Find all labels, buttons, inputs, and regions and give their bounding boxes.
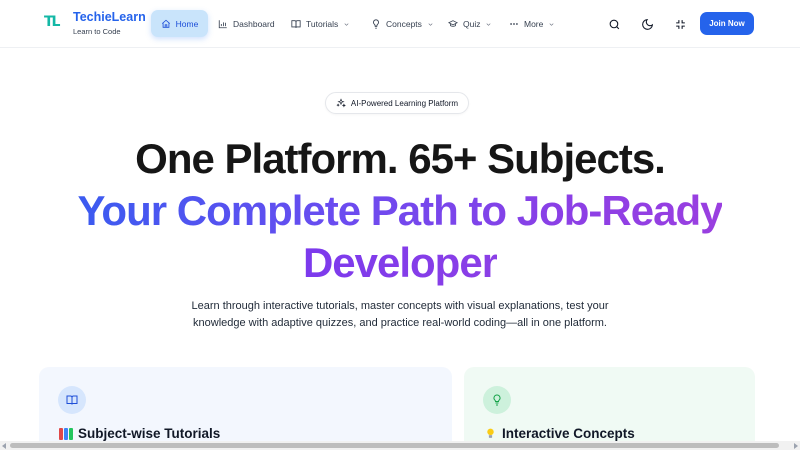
theme-toggle-button[interactable] bbox=[637, 14, 657, 34]
card-title: Interactive Concepts bbox=[484, 426, 635, 441]
nav-item-more[interactable]: More bbox=[501, 11, 563, 37]
chevron-down-icon bbox=[428, 22, 433, 26]
chevron-down-icon bbox=[344, 22, 349, 26]
chevron-down-icon bbox=[549, 22, 554, 26]
nav-item-home[interactable]: Home bbox=[151, 10, 208, 37]
lightbulb-icon bbox=[373, 19, 379, 29]
minimize-icon bbox=[675, 19, 685, 29]
search-icon bbox=[609, 19, 619, 29]
nav-item-label: Concepts bbox=[386, 19, 422, 29]
books-icon bbox=[59, 427, 73, 440]
hero-heading-line-3: Developer bbox=[0, 238, 800, 288]
chevron-down-icon bbox=[487, 22, 491, 26]
feature-card-concepts[interactable]: Interactive Concepts bbox=[464, 367, 755, 450]
nav-item-quiz[interactable]: Quiz bbox=[440, 11, 500, 37]
nav-item-label: More bbox=[524, 19, 544, 29]
logo-subtitle: Learn to Code bbox=[73, 27, 121, 36]
hero-gradient-text: Developer bbox=[302, 239, 498, 286]
book-open-icon bbox=[66, 395, 78, 405]
top-navbar: TL TechieLearn Learn to Code Home Dashbo… bbox=[0, 0, 800, 48]
hero-gradient-text: Your Complete Path to Job-Ready bbox=[77, 187, 724, 234]
bar-chart-icon bbox=[218, 20, 227, 29]
card-icon-wrapper bbox=[483, 386, 511, 414]
nav-item-concepts[interactable]: Concepts bbox=[363, 11, 442, 37]
scroll-right-arrow-icon[interactable] bbox=[794, 443, 798, 449]
sparkles-icon bbox=[336, 98, 346, 108]
scroll-left-arrow-icon[interactable] bbox=[2, 443, 6, 449]
graduation-cap-icon bbox=[448, 20, 458, 27]
search-button[interactable] bbox=[604, 14, 624, 34]
feature-card-tutorials[interactable]: Subject-wise Tutorials bbox=[39, 367, 452, 450]
nav-item-tutorials[interactable]: Tutorials bbox=[283, 11, 358, 37]
join-now-button[interactable]: Join Now bbox=[700, 12, 754, 35]
card-icon-wrapper bbox=[58, 386, 86, 414]
minimize-button[interactable] bbox=[670, 14, 690, 34]
hero-description: Learn through interactive tutorials, mas… bbox=[191, 300, 609, 329]
nav-item-dashboard[interactable]: Dashboard bbox=[210, 11, 283, 37]
hero-heading-line-2: Your Complete Path to Job-Ready bbox=[0, 186, 800, 236]
logo[interactable]: TL TechieLearn Learn to Code bbox=[44, 10, 146, 36]
nav-item-label: Quiz bbox=[463, 19, 481, 29]
card-title-text: Subject-wise Tutorials bbox=[78, 426, 221, 441]
book-icon bbox=[291, 20, 301, 28]
card-title: Subject-wise Tutorials bbox=[59, 426, 220, 441]
nav-item-label: Tutorials bbox=[306, 19, 339, 29]
hero-badge-label: AI-Powered Learning Platform bbox=[350, 98, 459, 108]
nav-item-label: Dashboard bbox=[233, 19, 275, 29]
ellipsis-icon bbox=[510, 23, 518, 25]
logo-text: TechieLearn Learn to Code bbox=[73, 10, 146, 37]
light-bulb-emoji-icon bbox=[487, 428, 494, 438]
hero-badge: AI-Powered Learning Platform bbox=[325, 92, 469, 114]
logo-mark-icon: TL bbox=[44, 14, 60, 30]
horizontal-scrollbar[interactable] bbox=[0, 441, 800, 450]
card-title-text: Interactive Concepts bbox=[502, 426, 635, 441]
logo-title: TechieLearn bbox=[73, 10, 146, 24]
hero-heading-line-1: One Platform. 65+ Subjects. bbox=[135, 135, 666, 182]
scrollbar-thumb[interactable] bbox=[10, 443, 779, 448]
nav-item-label: Home bbox=[175, 18, 199, 29]
lightbulb-icon bbox=[493, 394, 501, 406]
moon-icon bbox=[641, 18, 653, 30]
home-icon bbox=[161, 19, 170, 28]
